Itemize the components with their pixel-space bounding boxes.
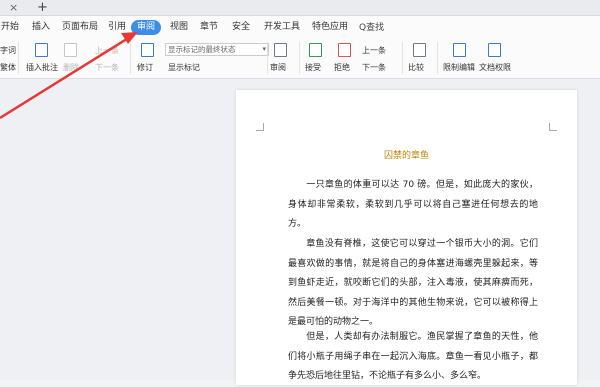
arrow-line xyxy=(0,35,131,120)
annotation-arrow xyxy=(0,32,138,120)
